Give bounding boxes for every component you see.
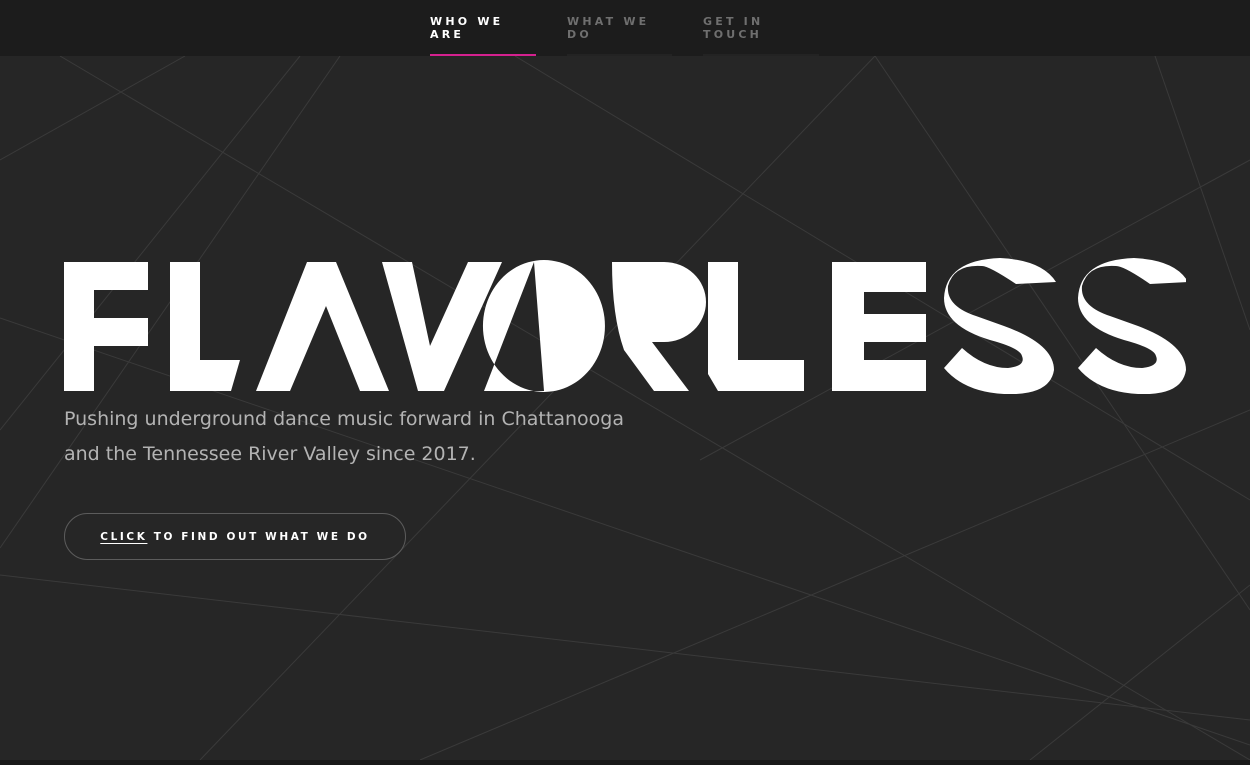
hero-section: Pushing underground dance music forward …	[0, 56, 1250, 760]
nav-item-label: WHAT WE DO	[567, 15, 650, 41]
tagline-line-2: and the Tennessee River Valley since 201…	[64, 443, 476, 465]
flavorless-logo	[64, 258, 1186, 394]
cta-label: TO FIND OUT WHAT WE DO	[153, 530, 370, 543]
bottom-border	[0, 760, 1250, 765]
tagline-line-1: Pushing underground dance music forward …	[64, 408, 624, 430]
tagline: Pushing underground dance music forward …	[64, 402, 744, 472]
nav-item-label: WHO WE ARE	[430, 15, 504, 41]
cta-emphasis: CLICK	[100, 530, 148, 543]
top-navigation: WHO WE ARE WHAT WE DO GET IN TOUCH	[0, 0, 1250, 56]
nav-item-who-we-are[interactable]: WHO WE ARE	[430, 0, 536, 56]
find-out-what-we-do-button[interactable]: CLICK TO FIND OUT WHAT WE DO	[64, 513, 406, 560]
nav-item-get-in-touch[interactable]: GET IN TOUCH	[703, 0, 819, 56]
nav-item-what-we-do[interactable]: WHAT WE DO	[567, 0, 672, 56]
nav-item-label: GET IN TOUCH	[703, 15, 764, 41]
